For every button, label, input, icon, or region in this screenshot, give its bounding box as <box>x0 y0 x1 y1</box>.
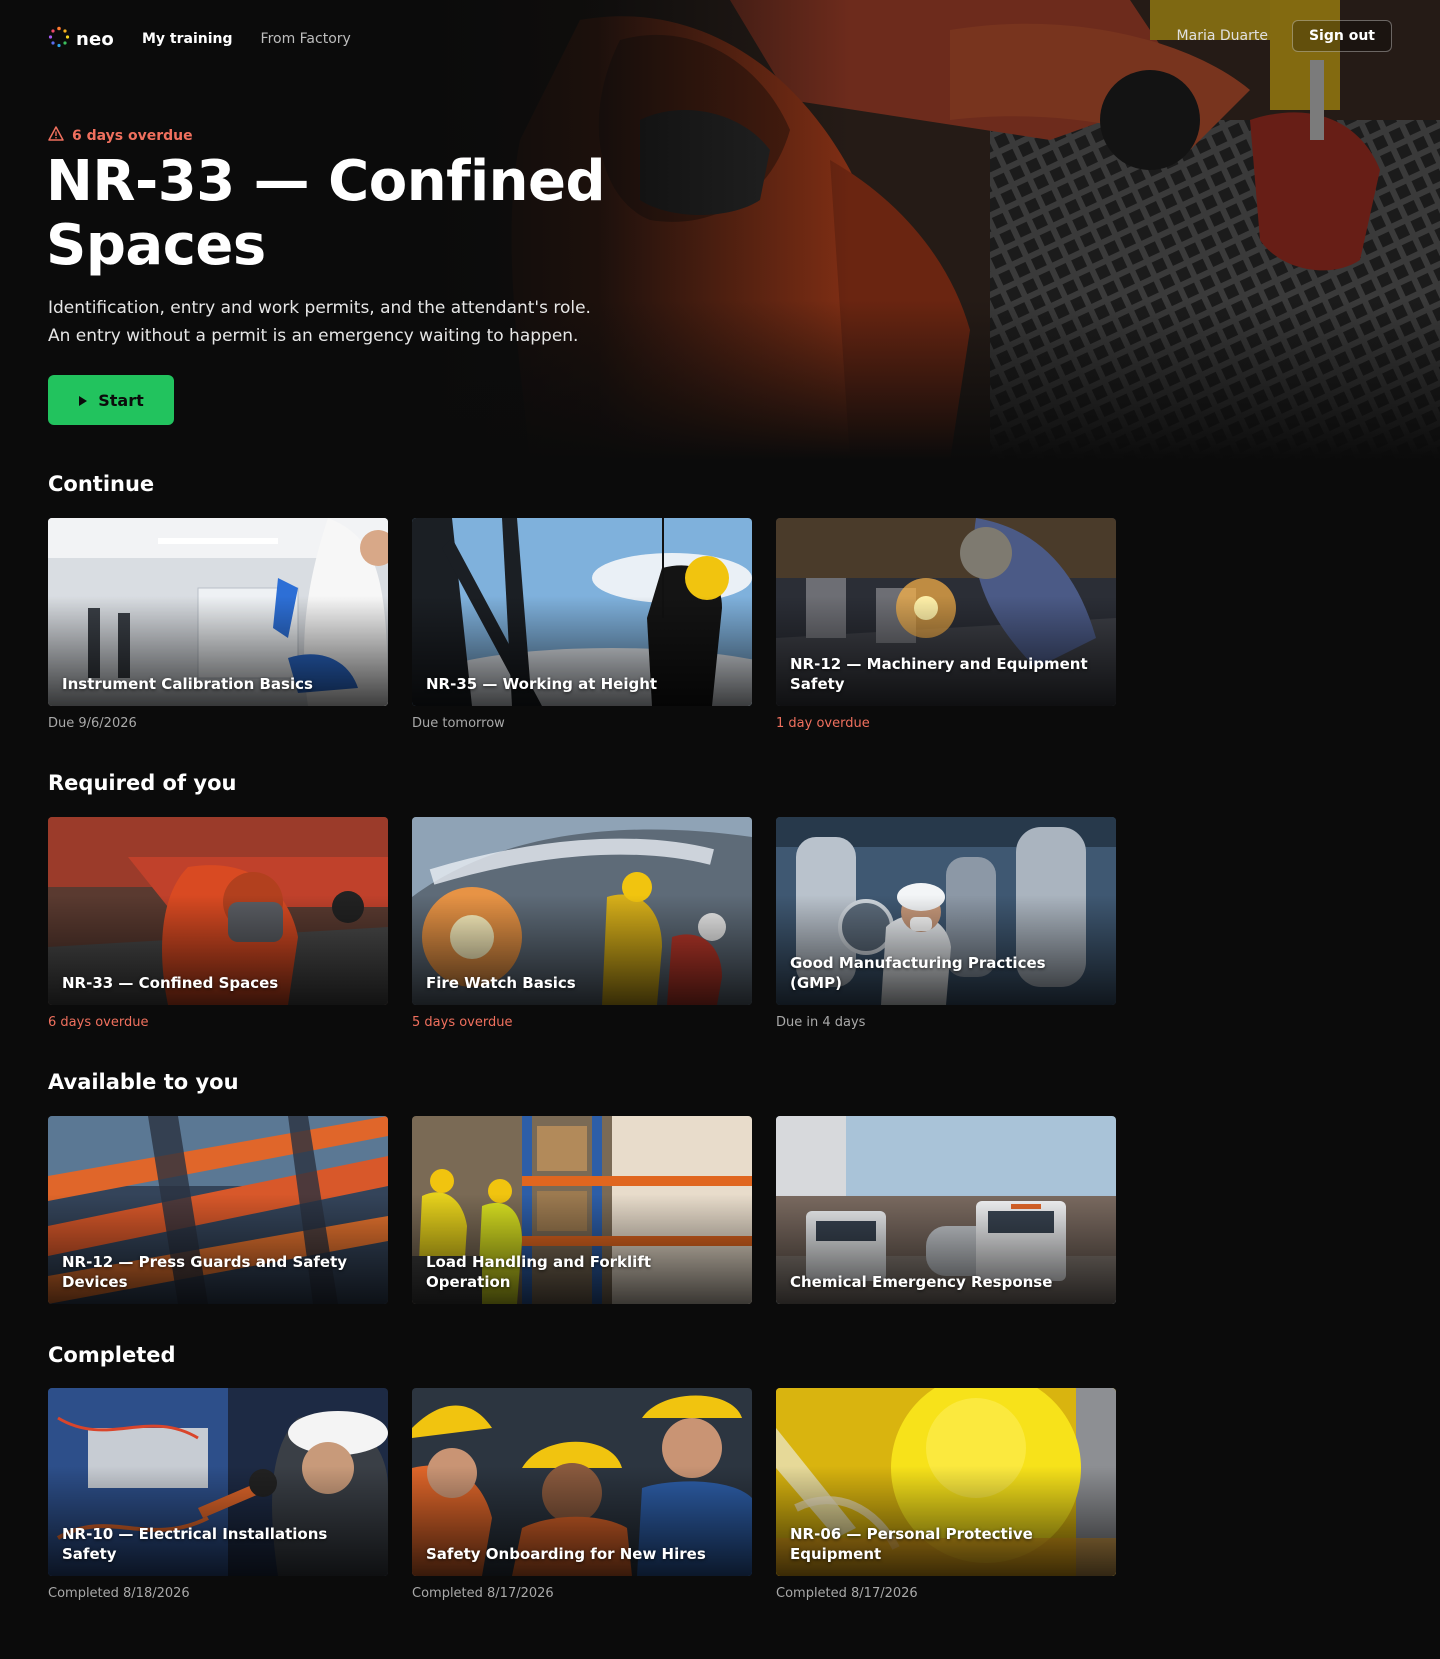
course-title: NR-06 — Personal Protective Equipment <box>790 1525 1033 1563</box>
hero-title: NR-33 — Confined Spaces <box>46 150 606 278</box>
course-thumbnail: Fire Watch Basics <box>412 817 752 1005</box>
nav-link-from-factory[interactable]: From Factory <box>261 31 351 47</box>
course-thumbnail: Safety Onboarding for New Hires <box>412 1388 752 1576</box>
course-card[interactable]: Instrument Calibration Basics Due 9/6/20… <box>48 518 388 731</box>
course-thumbnail: Good Manufacturing Practices (GMP) <box>776 817 1116 1005</box>
course-due: Due tomorrow <box>412 716 505 731</box>
nav-link-my-training[interactable]: My training <box>142 31 233 47</box>
course-due: Due in 4 days <box>776 1015 866 1030</box>
course-thumbnail: NR-35 — Working at Height <box>412 518 752 706</box>
hero-title-line1: NR-33 — Confined <box>46 149 606 214</box>
course-due: 5 days overdue <box>412 1015 513 1030</box>
course-title: Load Handling and Forklift Operation <box>426 1253 652 1291</box>
course-completed-date: Completed 8/17/2026 <box>776 1586 918 1601</box>
course-title: NR-12 — Press Guards and Safety Devices <box>62 1253 348 1291</box>
hero-description: Identification, entry and work permits, … <box>48 298 591 346</box>
course-card[interactable]: NR-12 — Machinery and Equipment Safety 1… <box>776 518 1116 731</box>
course-card[interactable]: NR-35 — Working at Height Due tomorrow <box>412 518 752 731</box>
course-thumbnail: NR-12 — Press Guards and Safety Devices <box>48 1116 388 1304</box>
course-thumbnail: Load Handling and Forklift Operation <box>412 1116 752 1304</box>
course-card[interactable]: NR-33 — Confined Spaces 6 days overdue <box>48 817 388 1030</box>
course-thumbnail: NR-10 — Electrical Installations Safety <box>48 1388 388 1576</box>
user-name: Maria Duarte <box>1176 28 1268 44</box>
course-title: NR-10 — Electrical Installations Safety <box>62 1525 328 1563</box>
course-title: NR-35 — Working at Height <box>426 675 658 693</box>
app-frame: neo My training From Factory Maria Duart… <box>0 0 1440 1659</box>
course-card[interactable]: Good Manufacturing Practices (GMP) Due i… <box>776 817 1116 1030</box>
course-due: 1 day overdue <box>776 716 870 731</box>
course-card[interactable]: Fire Watch Basics 5 days overdue <box>412 817 752 1030</box>
course-card[interactable]: NR-10 — Electrical Installations Safety … <box>48 1388 388 1601</box>
course-title: Safety Onboarding for New Hires <box>426 1545 706 1563</box>
section-title-available: Available to you <box>48 1070 239 1094</box>
course-due: 6 days overdue <box>48 1015 149 1030</box>
course-title: Chemical Emergency Response <box>790 1273 1053 1291</box>
course-card[interactable]: Chemical Emergency Response <box>776 1116 1116 1304</box>
course-card[interactable]: Load Handling and Forklift Operation <box>412 1116 752 1304</box>
continue-row: Instrument Calibration Basics Due 9/6/20… <box>48 518 1116 731</box>
course-thumbnail: Chemical Emergency Response <box>776 1116 1116 1304</box>
course-title: NR-33 — Confined Spaces <box>62 974 279 992</box>
course-thumbnail: NR-33 — Confined Spaces <box>48 817 388 1005</box>
course-title: Fire Watch Basics <box>426 974 576 992</box>
logo[interactable]: neo <box>48 26 114 52</box>
section-title-completed: Completed <box>48 1343 176 1367</box>
logo-spinner-icon <box>48 26 70 52</box>
start-button[interactable]: Start <box>48 375 174 425</box>
course-completed-date: Completed 8/18/2026 <box>48 1586 190 1601</box>
hero-title-line2: Spaces <box>46 213 266 278</box>
course-thumbnail: NR-06 — Personal Protective Equipment <box>776 1388 1116 1576</box>
course-title: Instrument Calibration Basics <box>62 675 313 693</box>
start-button-label: Start <box>98 390 144 410</box>
user-area: Maria Duarte Sign out <box>1177 20 1392 52</box>
available-row: NR-12 — Press Guards and Safety Devices <box>48 1116 1116 1304</box>
course-thumbnail: NR-12 — Machinery and Equipment Safety <box>776 518 1116 706</box>
course-card[interactable]: NR-06 — Personal Protective Equipment Co… <box>776 1388 1116 1601</box>
course-completed-date: Completed 8/17/2026 <box>412 1586 554 1601</box>
section-title-continue: Continue <box>48 472 155 496</box>
section-title-required: Required of you <box>48 771 237 795</box>
play-icon <box>78 391 88 410</box>
warning-triangle-icon <box>48 126 64 145</box>
logo-text: neo <box>76 28 114 50</box>
course-card[interactable]: Safety Onboarding for New Hires Complete… <box>412 1388 752 1601</box>
course-title: Good Manufacturing Practices (GMP) <box>790 954 1046 992</box>
overdue-alert: 6 days overdue <box>48 126 193 145</box>
signout-button[interactable]: Sign out <box>1291 20 1392 52</box>
course-title: NR-12 — Machinery and Equipment Safety <box>790 655 1088 693</box>
required-row: NR-33 — Confined Spaces 6 days overdue F… <box>48 817 1116 1030</box>
course-card[interactable]: NR-12 — Press Guards and Safety Devices <box>48 1116 388 1304</box>
course-thumbnail: Instrument Calibration Basics <box>48 518 388 706</box>
completed-row: NR-10 — Electrical Installations Safety … <box>48 1388 1116 1601</box>
overdue-alert-text: 6 days overdue <box>72 127 193 144</box>
course-due: Due 9/6/2026 <box>48 716 137 731</box>
top-nav: neo My training From Factory <box>48 22 379 56</box>
